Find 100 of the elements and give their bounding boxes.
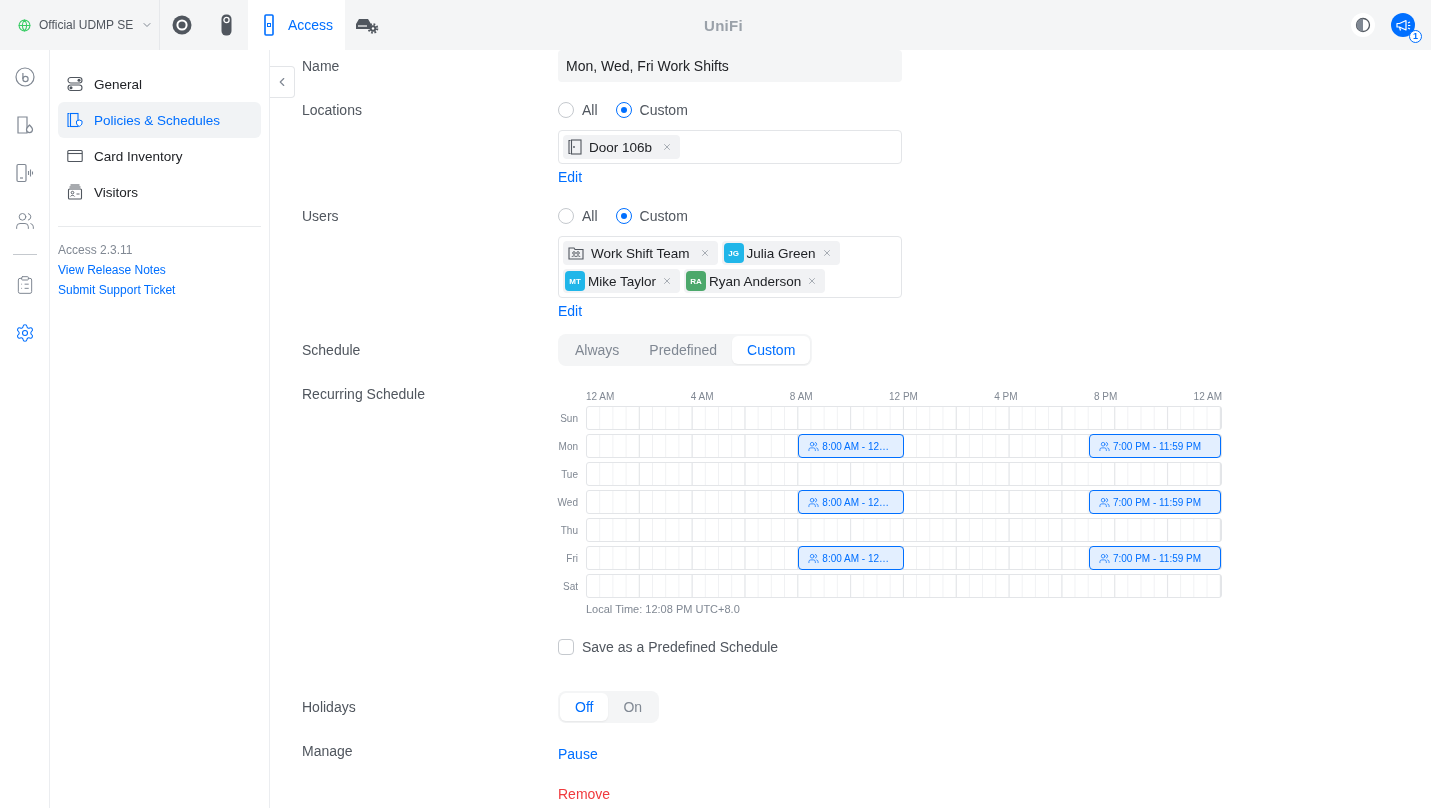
day-track[interactable]	[586, 574, 1222, 598]
segment-option[interactable]: Always	[560, 336, 635, 364]
field-label: Holidays	[302, 698, 356, 717]
settings-icon[interactable]	[14, 323, 35, 343]
door-shield-icon	[67, 112, 83, 128]
contrast-icon[interactable]	[1351, 13, 1375, 37]
schedule-event[interactable]: 7:00 PM - 11:59 PM	[1088, 546, 1221, 570]
card-icon	[67, 148, 83, 164]
schedule-event[interactable]: 8:00 AM - 12…	[798, 546, 904, 570]
hour-label: 12 AM	[586, 390, 615, 404]
close-icon[interactable]	[699, 248, 710, 258]
segment-option[interactable]: Predefined	[634, 336, 733, 364]
event-time: 7:00 PM - 11:59 PM	[1112, 496, 1202, 508]
nav-item[interactable]: Policies & Schedules	[58, 102, 261, 138]
app-tab[interactable]: Access	[248, 0, 346, 50]
app-logo: UniFi	[703, 16, 743, 34]
close-icon[interactable]	[807, 276, 818, 286]
day-label: Tue	[561, 468, 578, 480]
nav-item[interactable]: Visitors	[58, 174, 261, 210]
radio-label[interactable]: All	[582, 208, 598, 224]
globe-icon	[18, 18, 31, 32]
checkbox[interactable]	[558, 639, 574, 655]
day-track[interactable]: 8:00 AM - 12… 7:00 PM - 11:59 PM	[586, 434, 1222, 458]
field-label: Schedule	[302, 341, 361, 360]
close-icon[interactable]	[821, 248, 832, 258]
hour-label: 4 PM	[994, 390, 1018, 404]
remove-link[interactable]: Remove	[558, 782, 611, 806]
tag-field[interactable]: Work Shift Team JG Julia Green MT Mike Taylor RA Ryan Anderson	[558, 236, 902, 298]
close-icon[interactable]	[662, 276, 673, 286]
day-label: Wed	[557, 496, 578, 508]
day-track[interactable]: 8:00 AM - 12… 7:00 PM - 11:59 PM	[586, 546, 1222, 570]
doorbell-icon	[220, 14, 232, 36]
event-time: 8:00 AM - 12…	[822, 496, 890, 508]
users-icon	[808, 552, 820, 564]
day-label: Fri	[566, 552, 578, 564]
avatar: MT	[565, 271, 585, 291]
site-selector[interactable]: Official UDMP SE	[0, 0, 160, 50]
radio-label[interactable]: Custom	[639, 102, 688, 118]
users-icon	[808, 440, 820, 452]
close-icon[interactable]	[662, 142, 673, 152]
chip-label: Julia Green	[746, 245, 816, 261]
door-icon	[568, 139, 582, 155]
chip-label: Door 106b	[589, 139, 653, 155]
lens-icon	[172, 15, 192, 35]
sidebar-link[interactable]: Submit Support Ticket	[58, 280, 176, 300]
users-icon	[808, 496, 820, 508]
radio-button[interactable]	[615, 102, 632, 118]
door-icon[interactable]	[14, 115, 35, 135]
field-label: Manage	[302, 742, 353, 761]
dial-icon[interactable]	[14, 67, 35, 87]
radio-button[interactable]	[558, 102, 574, 118]
notification-badge: 1	[1409, 30, 1422, 43]
field-label: Locations	[302, 101, 362, 120]
pause-link[interactable]: Pause	[558, 742, 598, 766]
users-icon	[1098, 440, 1110, 452]
day-track[interactable]: 8:00 AM - 12… 7:00 PM - 11:59 PM	[586, 490, 1222, 514]
segment-option[interactable]: Off	[560, 693, 609, 721]
schedule-event[interactable]: 7:00 PM - 11:59 PM	[1088, 434, 1221, 458]
radio-button[interactable]	[558, 208, 574, 224]
schedule-event[interactable]: 8:00 AM - 12…	[798, 490, 904, 514]
hour-label: 8 AM	[789, 390, 813, 404]
day-label: Sun	[560, 412, 578, 424]
field-label: Name	[302, 57, 340, 76]
schedule-event[interactable]: 7:00 PM - 11:59 PM	[1088, 490, 1221, 514]
edit-link[interactable]: Edit	[558, 168, 583, 186]
phone-signal-icon[interactable]	[14, 163, 35, 183]
day-label: Mon	[558, 440, 578, 452]
id-badge-icon	[67, 184, 83, 200]
day-label: Sat	[563, 580, 578, 592]
users-icon[interactable]	[14, 211, 35, 231]
checkbox-label[interactable]: Save as a Predefined Schedule	[582, 639, 779, 655]
field-label: Recurring Schedule	[302, 385, 425, 404]
segment-option[interactable]: On	[608, 693, 658, 721]
field-label: Users	[302, 207, 339, 226]
radio-label[interactable]: Custom	[639, 208, 688, 224]
day-track[interactable]	[586, 518, 1222, 542]
day-track[interactable]	[586, 406, 1222, 430]
event-time: 7:00 PM - 11:59 PM	[1112, 552, 1202, 564]
chip-label: Work Shift Team	[591, 245, 690, 261]
event-time: 8:00 AM - 12…	[822, 440, 890, 452]
hour-label: 4 AM	[690, 390, 714, 404]
schedule-event[interactable]: 8:00 AM - 12…	[798, 434, 904, 458]
hour-label: 12 PM	[889, 390, 918, 404]
radio-button[interactable]	[615, 208, 632, 224]
name-input[interactable]: Mon, Wed, Fri Work Shifts	[558, 50, 902, 82]
segment-option[interactable]: Custom	[732, 336, 811, 364]
radio-label[interactable]: All	[582, 102, 598, 118]
chip-label: Ryan Anderson	[709, 273, 802, 289]
sidebar-link[interactable]: View Release Notes	[58, 260, 166, 280]
megaphone-icon[interactable]	[1391, 13, 1415, 37]
edit-link[interactable]: Edit	[558, 302, 583, 320]
event-time: 8:00 AM - 12…	[822, 552, 890, 564]
nav-item[interactable]: Card Inventory	[58, 138, 261, 174]
tag-field[interactable]: Door 106b	[558, 130, 902, 164]
reader-icon	[264, 14, 274, 36]
group-folder-icon	[568, 246, 584, 260]
day-track[interactable]	[586, 462, 1222, 486]
nav-item[interactable]: General	[58, 66, 261, 102]
users-icon	[1098, 552, 1110, 564]
chip-label: Mike Taylor	[588, 273, 657, 289]
